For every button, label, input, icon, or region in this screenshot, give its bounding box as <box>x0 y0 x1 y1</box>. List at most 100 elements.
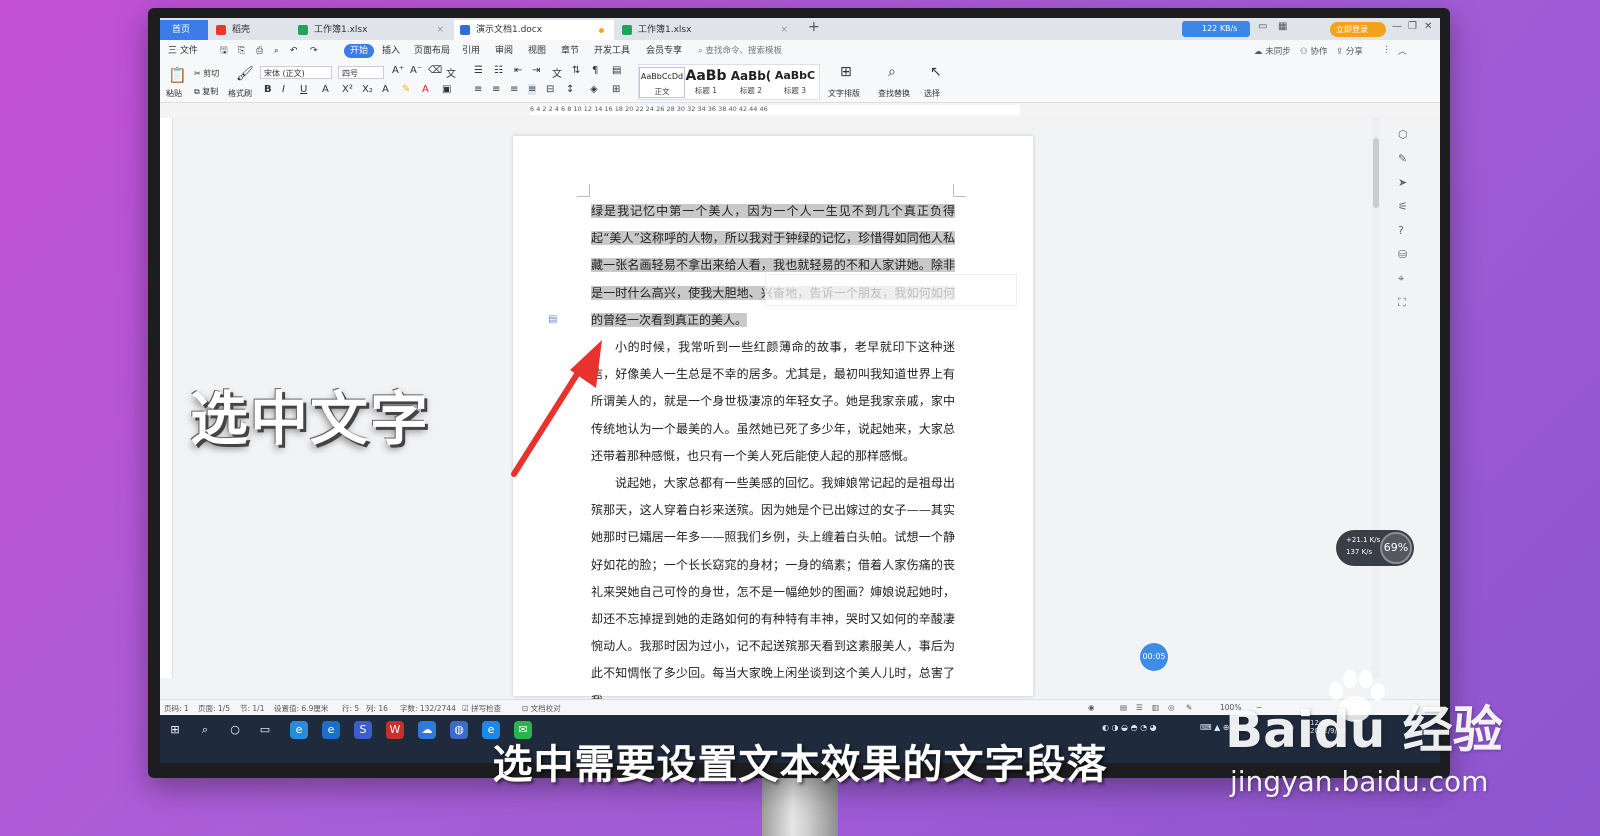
show-marks-icon[interactable]: ¶ <box>592 65 598 76</box>
align-right-icon[interactable]: ≡ <box>510 84 518 95</box>
paragraph-handle-icon[interactable]: ▤ <box>548 314 557 325</box>
grid-icon[interactable]: ▦ <box>1278 21 1287 32</box>
status-setting[interactable]: 设置值: 6.9厘米 <box>274 703 328 714</box>
shrink-font-icon[interactable]: A⁻ <box>410 65 422 76</box>
undo-icon[interactable]: ↶ <box>290 44 298 58</box>
share-button[interactable]: ⇪ 分享 <box>1336 45 1363 57</box>
vertical-scrollbar[interactable] <box>1372 118 1380 678</box>
select-icon[interactable]: ↖ <box>930 64 942 80</box>
char-border-icon[interactable]: ▣ <box>442 84 451 95</box>
command-search[interactable]: ⌕ 查找命令、搜索模板 <box>698 44 782 56</box>
menu-view[interactable]: 视图 <box>528 44 546 58</box>
paste-icon[interactable]: 📋 <box>168 66 187 84</box>
help-icon[interactable]: ? <box>1398 224 1404 237</box>
align-center-icon[interactable]: ≡ <box>492 84 500 95</box>
paragraph-3[interactable]: 说起她，大家总都有一些美感的回忆。我婶娘常记起的是祖母出殡那天，这人穿着白衫来送… <box>591 470 955 715</box>
file-menu[interactable]: 三 文件 <box>168 44 198 58</box>
menu-page-layout[interactable]: 页面布局 <box>414 44 450 58</box>
strikethrough-icon[interactable]: A <box>322 84 329 95</box>
paragraph-2[interactable]: 小的时候，我常听到一些红颜薄命的故事，老早就印下这种迷信，好像美人一生总是不幸的… <box>591 334 955 470</box>
menu-review[interactable]: 审阅 <box>495 44 513 58</box>
share-panel-icon[interactable]: ⛶ <box>1398 296 1406 310</box>
style-heading-2[interactable]: AaBb( 标题 2 <box>729 67 773 96</box>
font-size-select[interactable]: 四号 <box>338 66 384 79</box>
highlight-icon[interactable]: ✎ <box>402 84 410 95</box>
grow-font-icon[interactable]: A⁺ <box>392 65 404 76</box>
save-icon[interactable]: 🖫 <box>220 44 228 58</box>
superscript-icon[interactable]: X² <box>342 84 353 95</box>
justify-icon[interactable]: ≡ <box>528 84 537 95</box>
style-heading-1[interactable]: AaBb 标题 1 <box>684 67 728 96</box>
settings-sliders-icon[interactable]: ⚟ <box>1398 200 1408 213</box>
edit-icon[interactable]: ✎ <box>1398 152 1407 165</box>
text-layout-icon[interactable]: ⊞ <box>840 64 852 80</box>
layout-icon[interactable]: ▭ <box>1258 21 1267 32</box>
text-effect-icon[interactable]: A <box>382 84 389 95</box>
menu-insert[interactable]: 插入 <box>382 44 400 58</box>
more-icon[interactable]: ⋮ <box>1382 45 1391 55</box>
horizontal-ruler[interactable]: 6 4 2 2 4 6 8 10 12 14 16 18 20 22 24 26… <box>160 103 1440 117</box>
selected-text[interactable]: 绿是我记忆中第一个美人，因为一个人一生见不到几个真正负得起“美人”这称呼的人物，… <box>591 204 955 327</box>
chinese-layout-icon[interactable]: 文 <box>552 65 562 80</box>
location-icon[interactable]: ⌖ <box>1398 272 1404 286</box>
cut-button[interactable]: ✂ 剪切 <box>194 68 219 79</box>
doc-proof-button[interactable]: ⊡ 文档校对 <box>522 703 561 714</box>
write-mode-icon[interactable]: ✎ <box>1186 703 1192 712</box>
tab-home[interactable]: 首页 <box>160 20 208 40</box>
status-page[interactable]: 页码: 1 <box>164 703 189 714</box>
web-view-icon[interactable]: ◎ <box>1168 703 1175 712</box>
menu-chapter[interactable]: 章节 <box>561 44 579 58</box>
bullets-icon[interactable]: ☰ <box>474 65 483 76</box>
bold-icon[interactable]: B <box>264 84 272 95</box>
network-speed-widget[interactable]: +21.1 K/s 137 K/s 69% <box>1336 530 1414 566</box>
minimize-icon[interactable]: — <box>1392 21 1402 32</box>
outline-view-icon[interactable]: ☰ <box>1136 703 1143 712</box>
phonetic-icon[interactable]: 文 <box>446 65 456 80</box>
menu-developer[interactable]: 开发工具 <box>594 44 630 58</box>
restore-icon[interactable]: ❐ <box>1408 21 1417 32</box>
timer-badge[interactable]: 00:05 <box>1140 643 1168 671</box>
close-icon[interactable]: × <box>436 20 444 40</box>
font-color-icon[interactable]: A <box>422 84 429 95</box>
subscript-icon[interactable]: X₂ <box>362 84 373 95</box>
pointer-icon[interactable]: ➤ <box>1398 176 1407 189</box>
style-heading-3[interactable]: AaBbC 标题 3 <box>773 67 817 96</box>
sort-icon[interactable]: ⇅ <box>572 65 580 76</box>
status-col[interactable]: 列: 16 <box>366 703 388 714</box>
italic-icon[interactable]: I <box>282 84 285 95</box>
tab-workbook-1[interactable]: 工作簿1.xlsx × <box>292 20 452 40</box>
menu-member[interactable]: 会员专享 <box>646 44 682 58</box>
text-layout-button[interactable]: 文字排版 <box>828 88 860 99</box>
borders-icon[interactable]: ⊞ <box>612 84 620 95</box>
format-painter-icon[interactable]: 🖌 <box>236 66 254 82</box>
spell-check-toggle[interactable]: ☑ 拼写检查 <box>462 703 501 714</box>
table-icon[interactable]: ▤ <box>612 65 621 76</box>
numbering-icon[interactable]: ☷ <box>494 65 503 76</box>
menu-references[interactable]: 引用 <box>462 44 480 58</box>
align-left-icon[interactable]: ≡ <box>474 84 482 95</box>
page-view-icon[interactable]: ▤ <box>1120 703 1127 712</box>
style-panel-icon[interactable]: ⬡ <box>1398 128 1408 141</box>
collapse-ribbon-icon[interactable]: ︿ <box>1398 45 1407 57</box>
status-word-count[interactable]: 字数: 132/2744 <box>400 703 456 714</box>
style-normal[interactable]: AaBbCcDd 正文 <box>639 67 685 98</box>
find-replace-icon[interactable]: ⌕ <box>888 64 896 80</box>
new-tab-icon[interactable]: + <box>808 19 820 35</box>
cloud-speed-badge[interactable]: 122 KB/s <box>1182 21 1250 37</box>
tab-document[interactable]: 演示文档1.docx <box>454 20 614 40</box>
clear-format-icon[interactable]: ⌫ <box>428 65 442 76</box>
vertical-ruler[interactable] <box>160 118 173 678</box>
distribute-icon[interactable]: ⊟ <box>546 84 554 95</box>
format-painter-label[interactable]: 格式刷 <box>228 88 252 99</box>
print-icon[interactable]: ⎙ <box>256 44 263 58</box>
reading-view-icon[interactable]: ▥ <box>1152 703 1159 712</box>
paste-label[interactable]: 粘贴 <box>166 88 182 99</box>
tab-workbook-2[interactable]: 工作簿1.xlsx × <box>616 20 796 40</box>
close-window-icon[interactable]: ✕ <box>1424 21 1432 32</box>
eye-protection-icon[interactable]: ◉ <box>1088 703 1095 712</box>
paragraph-selected[interactable]: 绿是我记忆中第一个美人，因为一个人一生见不到几个真正负得起“美人”这称呼的人物，… <box>591 198 955 334</box>
select-button[interactable]: 选择 <box>924 88 940 99</box>
export-icon[interactable]: ⎘ <box>238 44 245 58</box>
sync-status[interactable]: ☁ 未同步 <box>1254 45 1291 57</box>
redo-icon[interactable]: ↷ <box>310 44 318 58</box>
